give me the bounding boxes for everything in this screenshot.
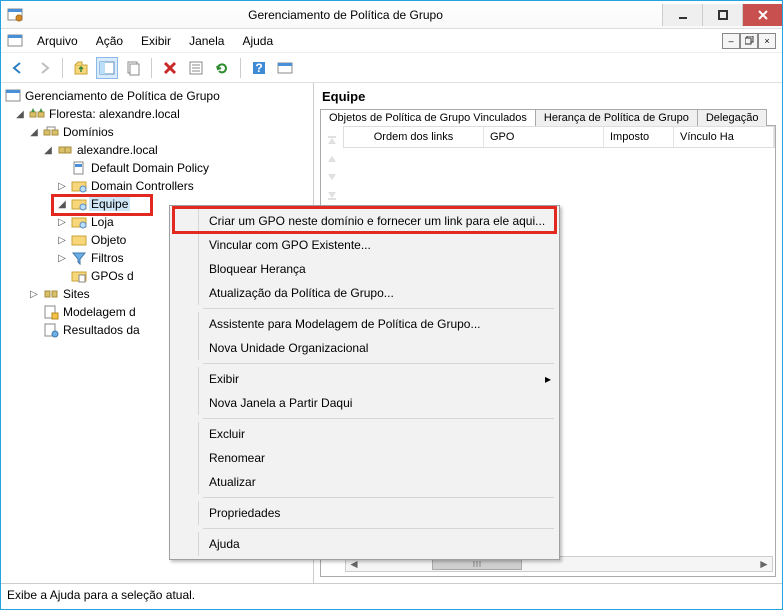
tab-delegation[interactable]: Delegação <box>697 109 768 126</box>
mdi-restore-button[interactable] <box>740 33 758 49</box>
ctx-properties[interactable]: Propriedades <box>173 501 556 525</box>
forest-icon <box>29 106 45 122</box>
ctx-link-gpo[interactable]: Vincular com GPO Existente... <box>173 233 556 257</box>
tree-sites[interactable]: Sites <box>61 287 92 301</box>
context-menu: Criar um GPO neste domínio e fornecer um… <box>169 205 560 560</box>
tree-loja[interactable]: Loja <box>89 215 116 229</box>
ctx-modeling-wizard[interactable]: Assistente para Modelagem de Política de… <box>173 312 556 336</box>
ctx-gp-update[interactable]: Atualização da Política de Grupo... <box>173 281 556 305</box>
ctx-new-window[interactable]: Nova Janela a Partir Daqui <box>173 391 556 415</box>
title-bar: Gerenciamento de Política de Grupo <box>1 1 782 29</box>
move-bottom-button[interactable] <box>323 186 341 204</box>
expand-icon[interactable]: ◢ <box>27 127 41 138</box>
sites-icon <box>43 286 59 302</box>
highlight-equipe-box <box>51 194 153 216</box>
toolbar: ? <box>1 53 782 83</box>
toolbar-show-hide-tree-button[interactable] <box>96 57 118 79</box>
gpo-icon <box>71 160 87 176</box>
col-vinculo[interactable]: Vínculo Ha <box>674 127 774 147</box>
tree-gpos[interactable]: GPOs d <box>89 269 136 283</box>
move-top-button[interactable] <box>323 132 341 150</box>
move-up-button[interactable] <box>323 150 341 168</box>
tree-dominios[interactable]: Domínios <box>61 125 116 139</box>
menu-exibir[interactable]: Exibir <box>133 32 179 50</box>
move-down-button[interactable] <box>323 168 341 186</box>
tree-root[interactable]: Gerenciamento de Política de Grupo <box>23 89 222 103</box>
domains-icon <box>43 124 59 140</box>
submenu-arrow-icon: ▸ <box>540 372 556 386</box>
ou-icon <box>71 214 87 230</box>
ctx-block-inheritance[interactable]: Bloquear Herança <box>173 257 556 281</box>
mdi-minimize-button[interactable]: – <box>722 33 740 49</box>
gpm-root-icon <box>5 88 21 104</box>
results-icon <box>43 322 59 338</box>
tree-modelagem[interactable]: Modelagem d <box>61 305 138 319</box>
tree-resultados[interactable]: Resultados da <box>61 323 142 337</box>
ctx-delete[interactable]: Excluir <box>173 422 556 446</box>
menu-janela[interactable]: Janela <box>181 32 232 50</box>
highlight-create-gpo-box <box>172 206 557 234</box>
gpo-folder-icon <box>71 268 87 284</box>
status-bar: Exibe a Ajuda para a seleção atual. <box>1 583 782 605</box>
expand-icon[interactable]: ▷ <box>27 289 41 300</box>
domain-icon <box>57 142 73 158</box>
col-ordem[interactable]: Ordem dos links <box>344 127 484 147</box>
toolbar-back-button[interactable] <box>7 57 29 79</box>
tree-domain-controllers[interactable]: Domain Controllers <box>89 179 196 193</box>
mdi-close-button[interactable]: × <box>758 33 776 49</box>
list-header: Ordem dos links GPO Imposto Vínculo Ha <box>343 126 775 148</box>
toolbar-help-button[interactable]: ? <box>248 57 270 79</box>
ctx-refresh[interactable]: Atualizar <box>173 470 556 494</box>
toolbar-properties-button[interactable] <box>185 57 207 79</box>
scroll-right-button[interactable]: ► <box>756 557 772 571</box>
ctx-help[interactable]: Ajuda <box>173 532 556 556</box>
tab-linked-gpos[interactable]: Objetos de Política de Grupo Vinculados <box>320 109 536 126</box>
toolbar-delete-button[interactable] <box>159 57 181 79</box>
ou-icon <box>71 178 87 194</box>
tree-filtros[interactable]: Filtros <box>89 251 126 265</box>
ctx-new-ou[interactable]: Nova Unidade Organizacional <box>173 336 556 360</box>
filter-icon <box>71 250 87 266</box>
menu-arquivo[interactable]: Arquivo <box>29 32 86 50</box>
folder-icon <box>71 232 87 248</box>
toolbar-forward-button[interactable] <box>33 57 55 79</box>
pane-title: Equipe <box>320 87 776 108</box>
menu-bar: Arquivo Ação Exibir Janela Ajuda – × <box>1 29 782 53</box>
maximize-button[interactable] <box>702 4 742 26</box>
expand-icon[interactable]: ▷ <box>55 253 69 264</box>
tree-default-domain-policy[interactable]: Default Domain Policy <box>89 161 211 175</box>
tree-forest[interactable]: Floresta: alexandre.local <box>47 107 182 121</box>
expand-icon[interactable]: ▷ <box>55 235 69 246</box>
window-title: Gerenciamento de Política de Grupo <box>29 8 662 22</box>
menu-ajuda[interactable]: Ajuda <box>234 32 281 50</box>
modeling-icon <box>43 304 59 320</box>
menu-acao[interactable]: Ação <box>88 32 131 50</box>
status-text: Exibe a Ajuda para a seleção atual. <box>7 588 195 602</box>
col-imposto[interactable]: Imposto <box>604 127 674 147</box>
tree-objetos[interactable]: Objeto <box>89 233 128 247</box>
toolbar-refresh-button[interactable] <box>211 57 233 79</box>
tree-domain[interactable]: alexandre.local <box>75 143 160 157</box>
ctx-view[interactable]: Exibir▸ <box>173 367 556 391</box>
close-button[interactable] <box>742 4 782 26</box>
expand-icon[interactable]: ▷ <box>55 181 69 192</box>
svg-text:?: ? <box>255 61 262 75</box>
toolbar-copy-button[interactable] <box>122 57 144 79</box>
app-icon <box>7 7 23 23</box>
expand-icon[interactable]: ▷ <box>55 217 69 228</box>
expand-icon[interactable]: ◢ <box>41 145 55 156</box>
col-gpo[interactable]: GPO <box>484 127 604 147</box>
tab-inheritance[interactable]: Herança de Política de Grupo <box>535 109 698 126</box>
ctx-rename[interactable]: Renomear <box>173 446 556 470</box>
toolbar-up-button[interactable] <box>70 57 92 79</box>
minimize-button[interactable] <box>662 4 702 26</box>
toolbar-window-button[interactable] <box>274 57 296 79</box>
mmc-icon <box>7 33 23 49</box>
expand-icon[interactable]: ◢ <box>13 109 27 120</box>
